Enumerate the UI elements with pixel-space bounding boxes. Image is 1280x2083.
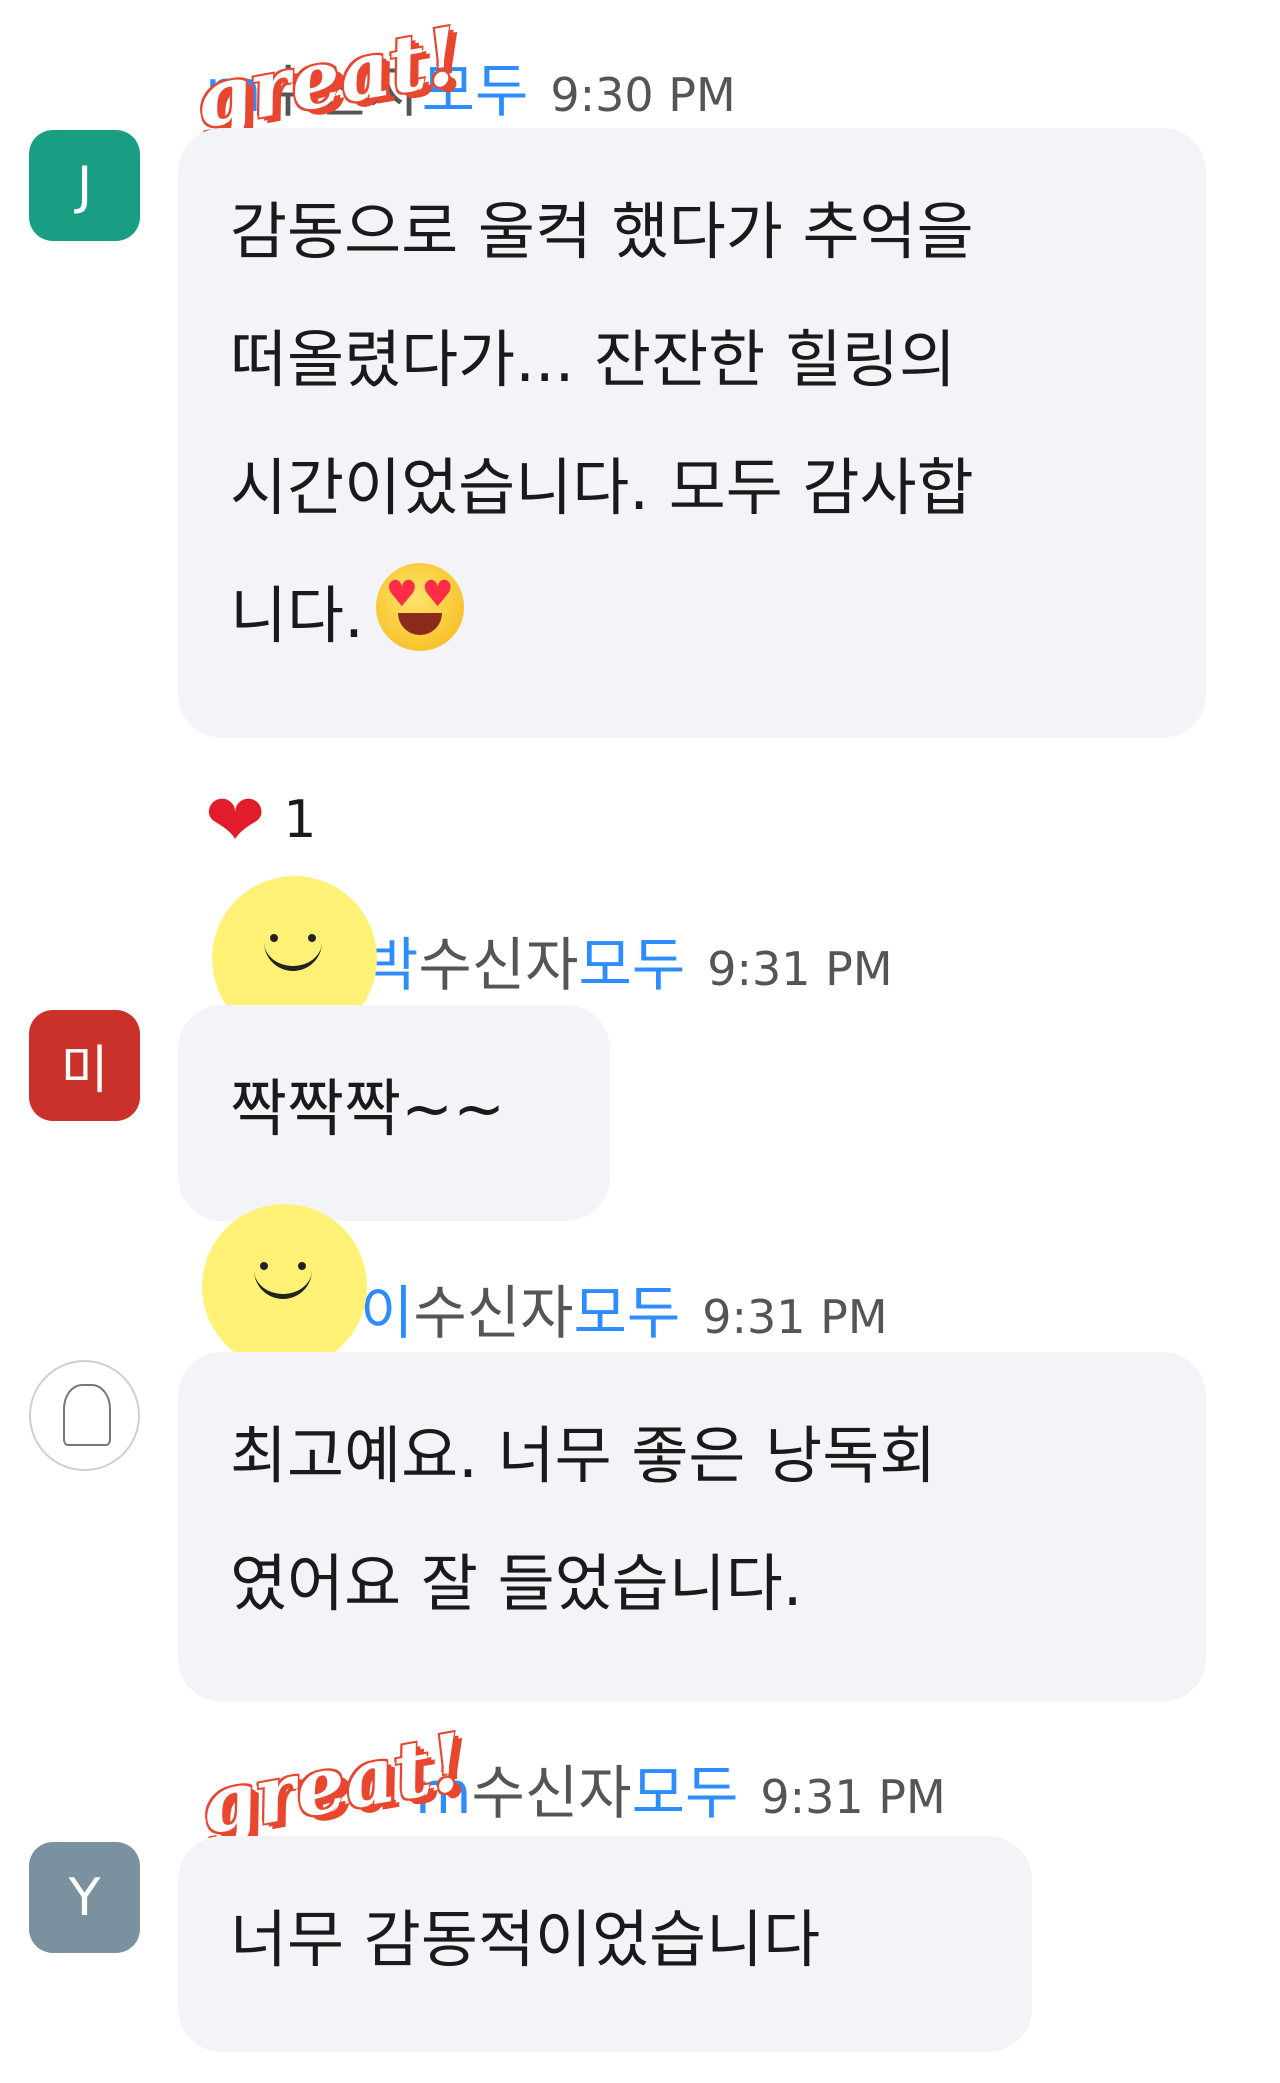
message-line: 짝짝짝~~ bbox=[230, 1072, 506, 1145]
sketch-portrait-icon bbox=[63, 1384, 111, 1446]
timestamp: 9:31 PM bbox=[702, 1290, 888, 1344]
reaction-count: 1 bbox=[283, 790, 317, 850]
message-line: 최고예요. 너무 좋은 낭독회 bbox=[230, 1419, 937, 1492]
message-bubble[interactable]: 감동으로 울컥 했다가 추억을 떠올렸다가... 잔잔한 힐링의 시간이었습니다… bbox=[178, 128, 1206, 738]
message-bubble[interactable]: 짝짝짝~~ bbox=[178, 1005, 610, 1221]
message-line: 니다. bbox=[230, 552, 1154, 680]
recipient-name[interactable]: 모두 bbox=[632, 1746, 739, 1830]
smiley-sticker bbox=[202, 1204, 367, 1369]
timestamp: 9:30 PM bbox=[550, 68, 736, 122]
recipient-name[interactable]: 모두 bbox=[573, 1266, 680, 1350]
avatar-j[interactable]: J bbox=[29, 130, 140, 241]
heart-icon: ❤ bbox=[205, 778, 266, 862]
message-line: 시간이었습니다. 모두 감사합 bbox=[230, 451, 974, 524]
timestamp: 9:31 PM bbox=[707, 942, 893, 996]
recipient-name[interactable]: 모두 bbox=[578, 918, 685, 1002]
sender-name[interactable]: 이 bbox=[360, 1266, 413, 1350]
avatar-mi[interactable]: 미 bbox=[29, 1010, 140, 1121]
recipient-label: 수신자 bbox=[413, 1279, 574, 1347]
message-line: 떠올렸다가... 잔잔한 힐링의 bbox=[230, 323, 956, 396]
star-struck-emoji bbox=[375, 563, 464, 651]
timestamp: 9:31 PM bbox=[760, 1770, 946, 1824]
reaction-badge[interactable]: ❤ 1 bbox=[205, 784, 316, 856]
message-line: 너무 감동적이었습니다 bbox=[230, 1903, 821, 1976]
message-line: 감동으로 울컥 했다가 추억을 bbox=[230, 195, 974, 268]
avatar-y[interactable]: Y bbox=[29, 1842, 140, 1953]
recipient-label: 수신자 bbox=[471, 1759, 632, 1827]
avatar-sketch[interactable] bbox=[29, 1360, 140, 1471]
message-line: 였어요 잘 들었습니다. bbox=[230, 1547, 803, 1620]
message-bubble[interactable]: 최고예요. 너무 좋은 낭독회 였어요 잘 들었습니다. bbox=[178, 1352, 1206, 1702]
message-bubble[interactable]: 너무 감동적이었습니다 bbox=[178, 1836, 1032, 2052]
recipient-label: 수신자 bbox=[418, 931, 579, 999]
